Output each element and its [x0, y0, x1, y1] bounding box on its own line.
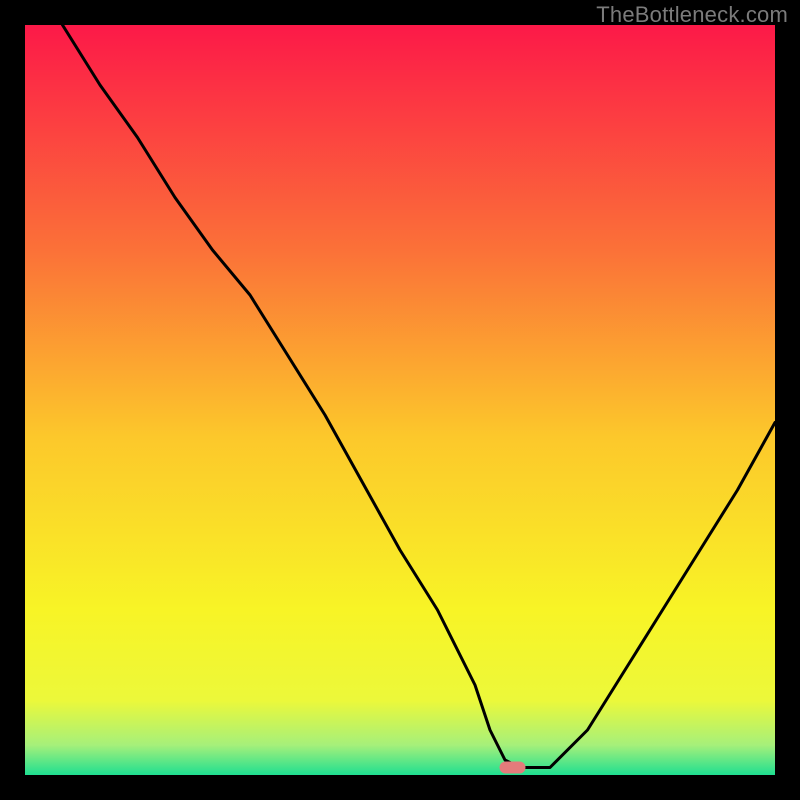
- chart-frame: TheBottleneck.com: [0, 0, 800, 800]
- bottleneck-chart: [25, 25, 775, 775]
- optimal-marker: [500, 762, 526, 774]
- plot-area: [25, 25, 775, 775]
